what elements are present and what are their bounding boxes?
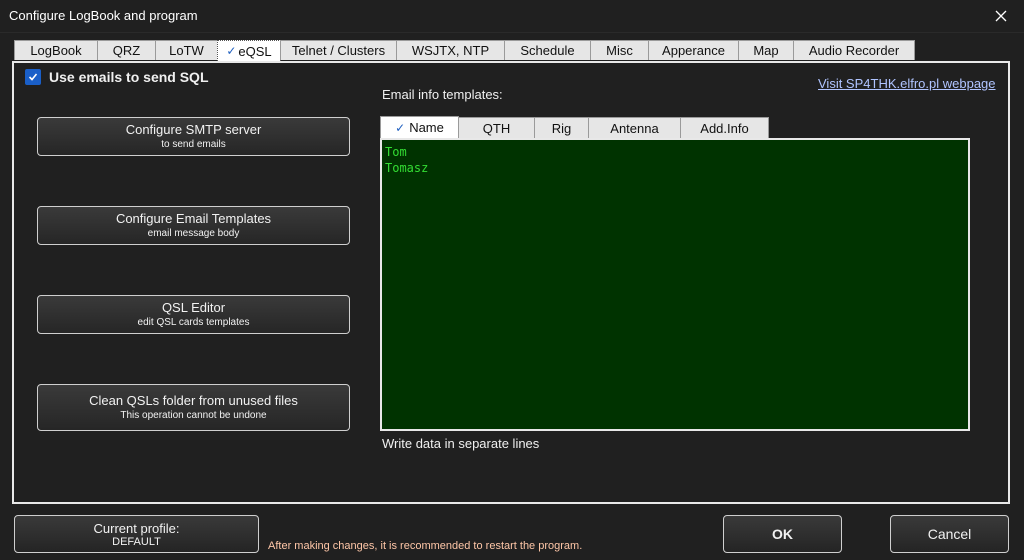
use-emails-label: Use emails to send SQL xyxy=(49,69,209,85)
button-title: Configure Email Templates xyxy=(115,211,272,226)
tab-label: Map xyxy=(753,43,779,58)
tab-wsjtx-ntp[interactable]: WSJTX, NTP xyxy=(396,40,505,60)
tab-misc[interactable]: Misc xyxy=(590,40,649,60)
restart-note: After making changes, it is recommended … xyxy=(268,540,583,552)
template-tab-strip: ✓ Name QTH Rig Antenna Add.Info xyxy=(380,116,769,138)
tab-label: LoTW xyxy=(169,43,204,58)
tab-audio-recorder[interactable]: Audio Recorder xyxy=(793,40,915,60)
tab-logbook[interactable]: LogBook xyxy=(14,40,98,60)
title-bar: Configure LogBook and program xyxy=(0,0,1024,33)
clean-qsl-folder-button[interactable]: Clean QSLs folder from unused files This… xyxy=(37,384,350,431)
button-subtitle: edit QSL cards templates xyxy=(137,317,250,328)
tab-label: eQSL xyxy=(238,43,272,59)
tab-eqsl[interactable]: ✓ eQSL xyxy=(217,40,281,61)
profile-label: Current profile: xyxy=(93,520,180,536)
tab-lotw[interactable]: LoTW xyxy=(155,40,218,60)
cancel-button[interactable]: Cancel xyxy=(890,515,1009,553)
subtab-label: Antenna xyxy=(610,120,659,136)
configure-smtp-button[interactable]: Configure SMTP server to send emails xyxy=(37,117,350,156)
subtab-add-info[interactable]: Add.Info xyxy=(680,117,769,138)
tab-label: LogBook xyxy=(30,43,82,58)
button-subtitle: to send emails xyxy=(161,139,226,150)
close-icon xyxy=(995,10,1007,22)
tab-schedule[interactable]: Schedule xyxy=(504,40,591,60)
button-subtitle: email message body xyxy=(147,228,240,239)
button-title: Clean QSLs folder from unused files xyxy=(89,393,298,408)
template-textarea[interactable]: Tom Tomasz xyxy=(380,138,970,431)
template-line: Tomasz xyxy=(385,161,429,175)
button-subtitle: This operation cannot be undone xyxy=(120,410,267,421)
qsl-editor-button[interactable]: QSL Editor edit QSL cards templates xyxy=(37,295,350,334)
tab-label: WSJTX, NTP xyxy=(411,43,490,58)
window-title: Configure LogBook and program xyxy=(9,8,198,23)
configure-email-templates-button[interactable]: Configure Email Templates email message … xyxy=(37,206,350,245)
tab-qrz[interactable]: QRZ xyxy=(97,40,156,60)
use-emails-checkbox-row[interactable]: Use emails to send SQL xyxy=(25,69,209,85)
subtab-qth[interactable]: QTH xyxy=(458,117,535,138)
button-title: QSL Editor xyxy=(161,300,226,315)
tab-label: Misc xyxy=(606,43,633,58)
close-button[interactable] xyxy=(978,0,1024,32)
checkmark-icon xyxy=(28,73,38,81)
ok-button[interactable]: OK xyxy=(723,515,842,553)
subtab-label: Name xyxy=(409,120,444,135)
cancel-label: Cancel xyxy=(927,526,972,542)
template-line: Tom xyxy=(385,145,407,159)
subtab-rig[interactable]: Rig xyxy=(534,117,589,138)
templates-label: Email info templates: xyxy=(382,87,503,102)
checkmark-icon: ✓ xyxy=(226,44,237,58)
tab-telnet-clusters[interactable]: Telnet / Clusters xyxy=(280,40,397,60)
tab-label: Apperance xyxy=(662,43,725,58)
tab-map[interactable]: Map xyxy=(738,40,794,60)
use-emails-checkbox[interactable] xyxy=(25,69,41,85)
subtab-label: Rig xyxy=(551,120,572,136)
tab-apperance[interactable]: Apperance xyxy=(648,40,739,60)
visit-webpage-link[interactable]: Visit SP4THK.elfro.pl webpage xyxy=(818,76,996,91)
subtab-name[interactable]: ✓ Name xyxy=(380,116,459,138)
checkmark-icon: ✓ xyxy=(395,120,406,135)
current-profile-button[interactable]: Current profile: DEFAULT xyxy=(14,515,259,553)
tab-label: Audio Recorder xyxy=(808,43,900,58)
profile-value: DEFAULT xyxy=(112,535,161,548)
button-title: Configure SMTP server xyxy=(125,122,262,137)
tab-label: Schedule xyxy=(520,43,575,58)
subtab-label: QTH xyxy=(482,120,511,136)
tab-label: Telnet / Clusters xyxy=(291,43,386,58)
subtab-label: Add.Info xyxy=(700,120,749,136)
tab-label: QRZ xyxy=(112,43,141,58)
hint-label: Write data in separate lines xyxy=(382,436,540,451)
main-tab-strip: LogBook QRZ LoTW ✓ eQSL Telnet / Clusters WSJT… xyxy=(14,40,915,61)
ok-label: OK xyxy=(772,526,793,542)
subtab-antenna[interactable]: Antenna xyxy=(588,117,681,138)
